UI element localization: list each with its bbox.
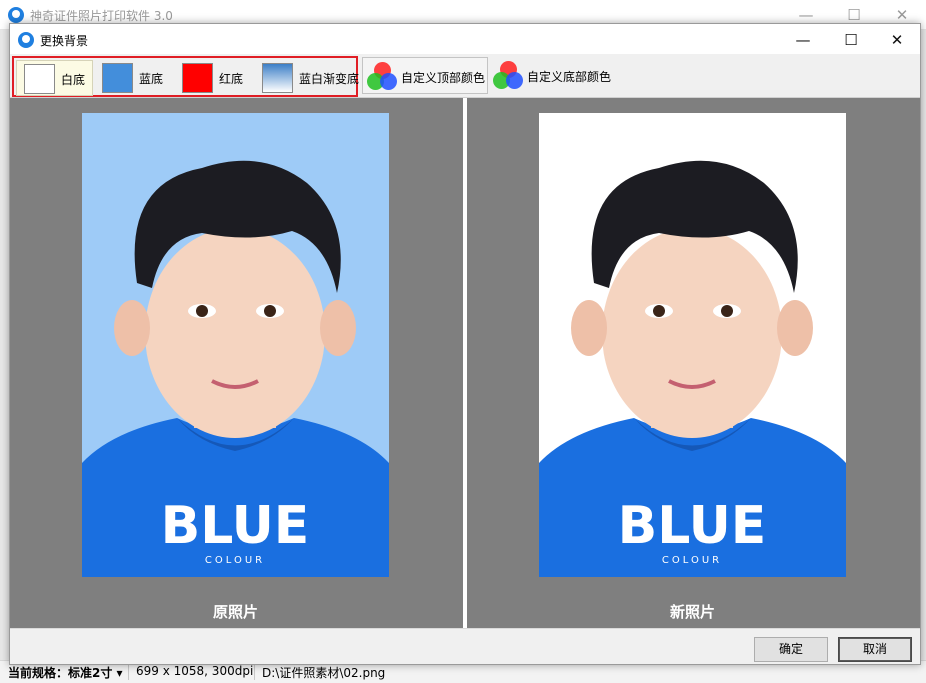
background-toolbar: 白底 蓝底 红底 蓝白渐变底 自定义顶部颜色 自定义底部颜色: [10, 54, 920, 98]
blue-background-button[interactable]: 蓝底: [95, 60, 173, 96]
shirt-subtext: COLOUR: [205, 555, 265, 566]
white-background-label: 白底: [61, 73, 86, 87]
main-minimize-button[interactable]: —: [792, 5, 820, 25]
spec-dropdown[interactable]: 当前规格：标准2寸 ▾: [8, 664, 123, 681]
dialog-app-icon: [18, 32, 34, 48]
gradient-background-label: 蓝白渐变底: [299, 72, 360, 86]
dialog-titlebar: 更换背景 — ☐ ✕: [10, 24, 920, 54]
original-photo-caption: 原照片: [212, 603, 258, 621]
dialog-close-button[interactable]: ✕: [882, 29, 912, 51]
app-logo-icon: [8, 7, 24, 23]
original-portrait-image: BLUE COLOUR: [82, 113, 389, 577]
main-window-left-panel: [0, 30, 9, 660]
main-window-title: 神奇证件照片打印软件 3.0: [30, 9, 173, 23]
dialog-maximize-button[interactable]: ☐: [836, 29, 866, 51]
custom-top-color-button[interactable]: 自定义顶部颜色: [362, 57, 488, 94]
dialog-title: 更换背景: [40, 34, 89, 48]
original-photo: BLUE COLOUR: [82, 113, 389, 577]
new-portrait-image: BLUE COLOUR: [539, 113, 846, 577]
change-background-dialog: 更换背景 — ☐ ✕ 白底 蓝底 红底 蓝白渐变底 自定义顶部颜色 自定义底部颜…: [9, 23, 921, 665]
color-wheel-icon: [366, 61, 398, 91]
cancel-button[interactable]: 取消: [838, 637, 912, 662]
gradient-swatch: [262, 63, 293, 93]
blue-swatch: [102, 63, 133, 93]
new-photo-caption: 新照片: [669, 603, 715, 621]
color-wheel-icon: [492, 60, 524, 90]
blue-white-gradient-button[interactable]: 蓝白渐变底: [255, 60, 360, 96]
custom-top-color-label: 自定义顶部颜色: [401, 71, 486, 85]
dialog-button-bar: 确定 取消: [10, 628, 920, 664]
shirt-text: BLUE: [161, 496, 310, 556]
shirt-text: BLUE: [618, 496, 767, 556]
preview-divider[interactable]: [463, 98, 467, 628]
status-separator: [254, 664, 255, 680]
main-close-button[interactable]: ✕: [888, 5, 916, 25]
preset-background-group: 白底 蓝底 红底 蓝白渐变底: [12, 56, 360, 97]
custom-bottom-color-button[interactable]: 自定义底部颜色: [489, 57, 615, 94]
confirm-button[interactable]: 确定: [754, 637, 828, 662]
custom-bottom-color-label: 自定义底部颜色: [527, 70, 612, 84]
red-swatch: [182, 63, 213, 93]
dialog-minimize-button[interactable]: —: [788, 29, 818, 51]
red-background-label: 红底: [219, 72, 244, 86]
preview-workspace: BLUE COLOUR 原照片 BLUE COLOUR 新照片: [10, 98, 920, 628]
red-background-button[interactable]: 红底: [175, 60, 253, 96]
white-background-button[interactable]: 白底: [16, 60, 93, 96]
main-maximize-button[interactable]: ☐: [840, 5, 868, 25]
blue-background-label: 蓝底: [139, 72, 164, 86]
status-separator: [128, 664, 129, 680]
shirt-subtext: COLOUR: [662, 555, 722, 566]
white-swatch: [24, 64, 55, 94]
new-photo: BLUE COLOUR: [539, 113, 846, 577]
image-size-info: 699 x 1058, 300dpi: [136, 664, 254, 678]
file-path-info: D:\证件照素材\02.png: [262, 666, 386, 680]
